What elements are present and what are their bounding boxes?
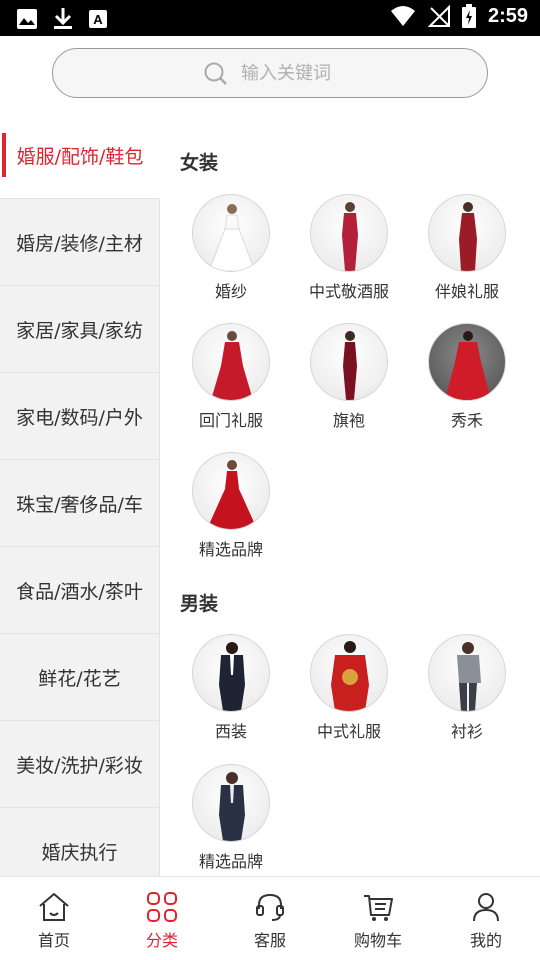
- search-box[interactable]: [52, 48, 488, 98]
- sidebar-item-label: 鲜花/花艺: [38, 667, 121, 690]
- tab-label: 客服: [253, 931, 286, 950]
- status-bar: A 2:59: [0, 0, 540, 36]
- sidebar-item[interactable]: 鲜花/花艺: [0, 634, 160, 721]
- sidebar-item-label: 婚庆执行: [41, 841, 118, 864]
- sidebar-item-label: 婚服/配饰/鞋包: [16, 145, 144, 168]
- tab-cart[interactable]: 购物车: [324, 877, 432, 960]
- headset-icon: [256, 893, 284, 921]
- sidebar-item-label: 美妆/洗护/彩妆: [16, 754, 143, 777]
- section-title-womens: 女装: [180, 152, 219, 174]
- sidebar-item-label: 婚房/装修/主材: [16, 232, 143, 255]
- category-label: 中式礼服: [316, 722, 381, 741]
- user-icon: [473, 893, 499, 922]
- sidebar-item[interactable]: 珠宝/奢侈品/车: [0, 460, 160, 547]
- category-label: 回门礼服: [198, 411, 263, 430]
- sidebar-item-label: 珠宝/奢侈品/车: [16, 493, 143, 516]
- sidebar-item-label: 食品/酒水/茶叶: [16, 580, 143, 603]
- tab-label: 我的: [469, 931, 502, 950]
- tab-category[interactable]: 分类: [108, 877, 216, 960]
- sidebar-item[interactable]: 家电/数码/户外: [0, 373, 160, 460]
- category-label: 婚纱: [214, 282, 247, 301]
- category-label: 精选品牌: [198, 852, 263, 871]
- tab-label: 分类: [145, 931, 178, 950]
- category-item-bridesmaid-dress[interactable]: 伴娘礼服: [408, 194, 526, 302]
- tab-home[interactable]: 首页: [0, 877, 108, 960]
- sidebar-item-label: 家居/家具/家纺: [16, 319, 143, 342]
- category-label: 中式敬酒服: [308, 282, 389, 301]
- tab-customer-service[interactable]: 客服: [216, 877, 324, 960]
- font-a-icon: A: [89, 10, 107, 28]
- category-item-featured-brands-womens[interactable]: 精选品牌: [172, 452, 290, 560]
- category-item-chinese-toast-dress[interactable]: 中式敬酒服: [290, 194, 408, 302]
- signal-off-icon: [427, 5, 450, 27]
- category-item-chinese-formal-wear[interactable]: 中式礼服: [290, 634, 408, 742]
- sidebar-item[interactable]: 婚庆执行: [0, 808, 160, 876]
- wedding-dress-thumbnail: [192, 194, 270, 272]
- sidebar-item[interactable]: 美妆/洗护/彩妆: [0, 721, 160, 808]
- search-icon: [204, 62, 227, 85]
- category-item-featured-brands-mens[interactable]: 精选品牌: [172, 764, 290, 872]
- category-item-suit[interactable]: 西装: [172, 634, 290, 742]
- subcategory-panel: 女装 婚纱 中式敬酒服 伴娘礼服 回门礼服 旗袍 秀禾 精选品牌 男装 西装 中…: [160, 112, 540, 876]
- sidebar-item[interactable]: 食品/酒水/茶叶: [0, 547, 160, 634]
- sidebar-item[interactable]: 婚房/装修/主材: [0, 199, 160, 286]
- cart-icon: [364, 895, 393, 921]
- svg-text:A: A: [93, 12, 103, 27]
- sidebar-item[interactable]: 家居/家具/家纺: [0, 286, 160, 373]
- section-title-mens: 男装: [180, 593, 219, 615]
- category-item-shirt[interactable]: 衬衫: [408, 634, 526, 742]
- image-icon: [17, 9, 37, 29]
- bridesmaid-dress-thumbnail: [428, 194, 506, 272]
- featured-brands-thumbnail: [192, 452, 270, 530]
- search-bar-container: [0, 36, 540, 112]
- wifi-icon: [390, 6, 415, 26]
- chinese-toast-dress-thumbnail: [310, 194, 388, 272]
- qipao-thumbnail: [310, 323, 388, 401]
- home-icon: [39, 893, 69, 921]
- chinese-formal-wear-thumbnail: [310, 634, 388, 712]
- category-label: 西装: [214, 722, 247, 741]
- suit-thumbnail: [192, 634, 270, 712]
- featured-brands-thumbnail: [192, 764, 270, 842]
- category-label: 精选品牌: [198, 540, 263, 559]
- tab-label: 首页: [37, 931, 70, 950]
- tab-profile[interactable]: 我的: [432, 877, 540, 960]
- category-label: 秀禾: [450, 411, 483, 430]
- shirt-thumbnail: [428, 634, 506, 712]
- category-grid-icon: [147, 892, 177, 922]
- homecoming-dress-thumbnail: [192, 323, 270, 401]
- bottom-tab-bar: 首页 分类 客服 购物车 我的: [0, 876, 540, 960]
- category-sidebar: 婚服/配饰/鞋包 婚房/装修/主材 家居/家具/家纺 家电/数码/户外 珠宝/奢侈品/车…: [0, 112, 160, 876]
- xiuhe-thumbnail: [428, 323, 506, 401]
- category-item-homecoming-dress[interactable]: 回门礼服: [172, 323, 290, 431]
- category-label: 衬衫: [450, 722, 483, 741]
- download-icon: [54, 8, 72, 29]
- category-label: 伴娘礼服: [434, 282, 499, 301]
- status-time: 2:59: [487, 4, 528, 27]
- sidebar-item[interactable]: 婚服/配饰/鞋包: [0, 112, 160, 199]
- category-item-qipao[interactable]: 旗袍: [290, 323, 408, 431]
- search-input[interactable]: [241, 57, 461, 89]
- category-label: 旗袍: [332, 411, 365, 430]
- tab-label: 购物车: [353, 931, 402, 950]
- battery-icon: [461, 4, 476, 28]
- category-item-xiuhe[interactable]: 秀禾: [408, 323, 526, 431]
- sidebar-item-label: 家电/数码/户外: [16, 406, 143, 429]
- category-item-wedding-dress[interactable]: 婚纱: [172, 194, 290, 302]
